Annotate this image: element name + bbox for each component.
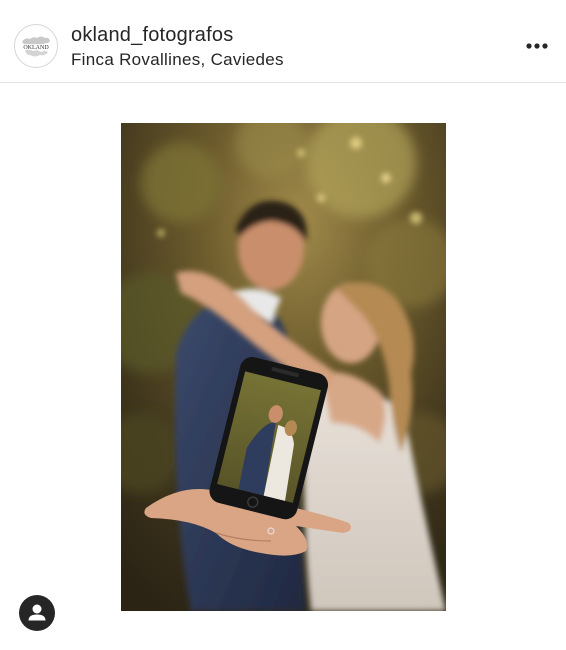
- location-link[interactable]: Finca Rovallines, Caviedes: [71, 50, 284, 70]
- user-tag-icon[interactable]: [19, 595, 55, 631]
- post-photo[interactable]: [121, 123, 446, 611]
- avatar[interactable]: OKLAND: [14, 24, 58, 68]
- more-options-icon[interactable]: [522, 36, 552, 56]
- post-header: OKLAND okland_fotografos Finca Rovalline…: [0, 0, 566, 83]
- username[interactable]: okland_fotografos: [71, 24, 233, 47]
- svg-text:OKLAND: OKLAND: [23, 45, 49, 51]
- okland-logo: OKLAND: [16, 26, 56, 66]
